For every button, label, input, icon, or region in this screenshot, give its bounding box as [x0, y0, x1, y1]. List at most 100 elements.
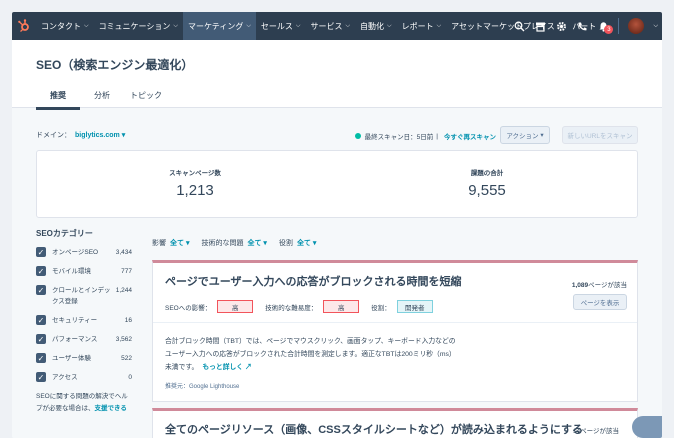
- filter-role[interactable]: 役割 全て ▾: [279, 238, 316, 248]
- nav-reports[interactable]: レポート ⌵: [397, 12, 447, 40]
- checkbox-checked-icon[interactable]: ✓: [36, 353, 46, 363]
- checkbox-checked-icon[interactable]: ✓: [36, 266, 46, 276]
- page-header: SEO（検索エンジン最適化） 推奨 分析 トピック: [12, 40, 662, 110]
- gear-icon[interactable]: [555, 20, 567, 32]
- learn-more-link[interactable]: もっと詳しく ↗: [202, 364, 251, 371]
- nav-contacts[interactable]: コンタクト ⌵: [36, 12, 94, 40]
- category-mobile[interactable]: ✓ モバイル環境 777: [36, 266, 132, 277]
- category-count: 3,434: [115, 249, 132, 256]
- filter-value-text: 全て: [170, 240, 184, 247]
- nav-label: サービス: [310, 21, 343, 31]
- hubspot-logo-icon[interactable]: [12, 12, 36, 40]
- stat-label: スキャンページ数: [169, 170, 221, 177]
- category-onpage-seo[interactable]: ✓ オンページSEO 3,434: [36, 247, 132, 258]
- tab-recommendations[interactable]: 推奨: [36, 90, 80, 110]
- issue-card: ページでユーザー入力への応答がブロックされる時間を短縮 1,089ページが該当 …: [152, 260, 638, 402]
- category-performance[interactable]: ✓ パフォーマンス 3,562: [36, 334, 132, 345]
- domain-row: ドメイン： biglytics.com ▾ 最終スキャン日：5日前 | 今すぐ再…: [36, 126, 638, 144]
- learn-more-label: もっと詳しく: [202, 364, 244, 371]
- nav-label: コンタクト: [41, 21, 81, 31]
- category-count: 3,562: [115, 336, 132, 343]
- issue-title: 全てのページリソース（画像、CSSスタイルシートなど）が読み込まれるようにする: [165, 424, 583, 436]
- caret-down-icon: ▾: [312, 240, 317, 247]
- bell-icon[interactable]: 3: [597, 20, 614, 34]
- actions-button[interactable]: アクション ▾: [500, 126, 550, 144]
- nav-sales[interactable]: セールス ⌵: [256, 12, 306, 40]
- nav-label: マーケティング: [187, 21, 244, 31]
- checkbox-checked-icon[interactable]: ✓: [36, 285, 46, 295]
- filter-label: 役割: [278, 240, 293, 247]
- chevron-down-icon[interactable]: ⌵: [653, 23, 658, 30]
- domain-value: biglytics.com: [75, 132, 120, 139]
- nav-marketing[interactable]: マーケティング ⌵: [182, 12, 256, 40]
- checkbox-checked-icon[interactable]: ✓: [36, 334, 46, 344]
- tab-analytics[interactable]: 分析: [80, 90, 124, 110]
- caret-down-icon: ▾: [121, 132, 126, 139]
- nav-label: 自動化: [360, 21, 385, 31]
- help-link[interactable]: 支援できる: [95, 405, 127, 412]
- category-label: セキュリティー: [52, 317, 98, 324]
- stats-panel: スキャンページ数 1,213 課題の合計 9,555: [36, 150, 638, 218]
- checkbox-checked-icon[interactable]: ✓: [36, 372, 46, 382]
- filter-value: 全て ▾: [247, 240, 266, 247]
- page-title: SEO（検索エンジン最適化）: [36, 58, 194, 72]
- nav-label: セールス: [260, 21, 293, 31]
- filter-value: 全て ▾: [170, 240, 189, 247]
- domain-selector[interactable]: biglytics.com ▾: [75, 131, 125, 139]
- rescan-link[interactable]: 今すぐ再スキャン: [444, 131, 496, 141]
- scan-new-url-button[interactable]: 新しいURLをスキャン: [562, 126, 638, 144]
- avatar[interactable]: [628, 18, 645, 34]
- category-count: 1,244: [115, 287, 132, 294]
- separator: |: [436, 132, 438, 140]
- difficulty-badge: 高: [323, 300, 360, 313]
- affected-pages-suffix: ページが該当: [588, 282, 627, 289]
- category-accessibility[interactable]: ✓ アクセス 0: [36, 372, 132, 383]
- marketplace-icon[interactable]: [534, 20, 546, 32]
- filter-impact[interactable]: 影響 全て ▾: [152, 238, 189, 248]
- category-label: ユーザー体験: [52, 355, 91, 362]
- chevron-down-icon: ⌵: [173, 22, 178, 29]
- category-security[interactable]: ✓ セキュリティー 16: [36, 315, 132, 326]
- chat-widget-button[interactable]: [632, 416, 662, 438]
- category-count: 0: [128, 374, 132, 381]
- nav-communications[interactable]: コミュニケーション ⌵: [94, 12, 183, 40]
- category-user-experience[interactable]: ✓ ユーザー体験 522: [36, 353, 132, 364]
- actions-button-label: アクション: [506, 133, 539, 140]
- category-count: 16: [124, 317, 132, 324]
- tab-bar: 推奨 分析 トピック: [36, 90, 168, 110]
- checkbox-checked-icon[interactable]: ✓: [36, 315, 46, 325]
- stat-label: 課題の合計: [470, 170, 504, 177]
- checkbox-checked-icon[interactable]: ✓: [36, 247, 46, 257]
- filter-label: 影響: [152, 240, 166, 247]
- chevron-down-icon: ⌵: [345, 22, 351, 29]
- filter-label: 技術的な問題: [201, 240, 244, 247]
- help-note: SEOに関する問題の解決でヘル プが必要な場合は、支援できる: [36, 391, 132, 415]
- view-pages-button[interactable]: ページを表示: [573, 294, 627, 310]
- domain-label: ドメイン：: [36, 132, 71, 139]
- phone-icon[interactable]: [576, 20, 588, 32]
- category-label: クロールとインデックス登録: [52, 287, 111, 305]
- filter-value-text: 全て: [247, 240, 262, 247]
- category-count: 522: [121, 355, 132, 362]
- seo-category-sidebar: SEOカテゴリー ✓ オンページSEO 3,434 ✓ モバイル環境 777 ✓ クロール…: [36, 228, 132, 415]
- last-scan-text: 最終スキャン日：5日前: [364, 134, 434, 141]
- difficulty-label: 技術的な難易度：: [265, 304, 318, 312]
- affected-pages-count: 1,089: [571, 282, 589, 289]
- category-label: アクセス: [52, 374, 78, 381]
- sidebar-title: SEOカテゴリー: [36, 229, 93, 238]
- tab-topics[interactable]: トピック: [124, 90, 168, 110]
- search-icon[interactable]: [513, 20, 525, 32]
- nav-label: コミュニケーション: [98, 21, 171, 31]
- nav-service[interactable]: サービス ⌵: [305, 12, 355, 40]
- issue-title: ページでユーザー入力への応答がブロックされる時間を短縮: [165, 276, 462, 288]
- filter-technical-issue[interactable]: 技術的な問題 全て ▾: [201, 238, 266, 248]
- nav-automation[interactable]: 自動化 ⌵: [355, 12, 397, 40]
- top-navigation: コンタクト ⌵ コミュニケーション ⌵ マーケティング ⌵ セールス ⌵ サービス ⌵ 自…: [12, 12, 662, 40]
- help-note-line: プが必要な場合は、支援できる: [36, 403, 132, 415]
- stat-value: 1,213: [176, 182, 214, 199]
- help-note-text: プが必要な場合は、: [36, 405, 95, 412]
- role-badge: 開発者: [396, 300, 433, 313]
- chevron-down-icon: ⌵: [84, 22, 89, 29]
- category-crawl-index[interactable]: ✓ クロールとインデックス登録 1,244: [36, 285, 132, 307]
- category-label: パフォーマンス: [52, 336, 98, 343]
